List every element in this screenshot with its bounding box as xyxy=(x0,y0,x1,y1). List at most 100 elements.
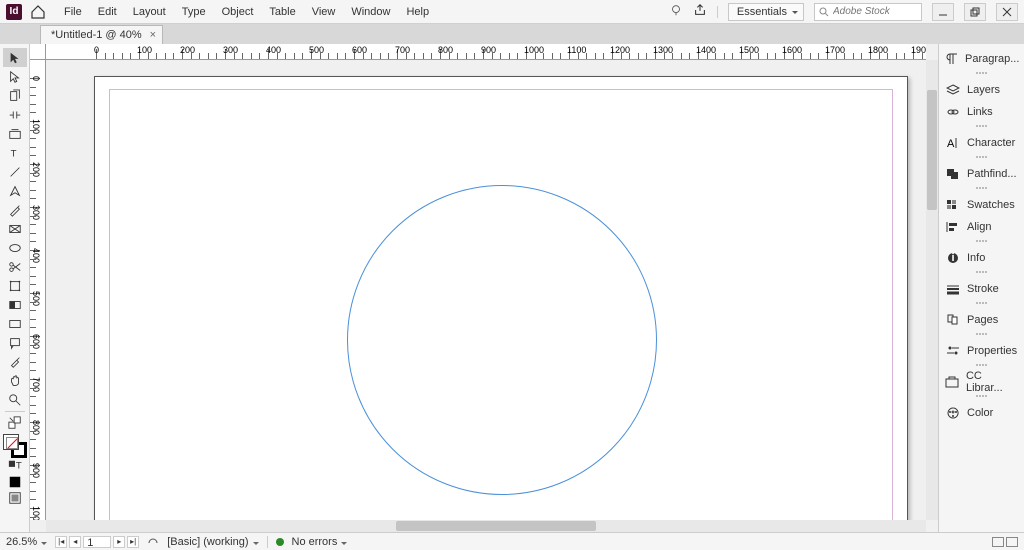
close-tab-icon[interactable]: × xyxy=(150,29,156,41)
close-window-button[interactable] xyxy=(996,3,1018,21)
svg-text:A: A xyxy=(947,138,955,149)
preflight-status[interactable]: No errors xyxy=(292,536,348,548)
open-bridge-icon[interactable] xyxy=(147,534,159,549)
direct-selection-tool[interactable] xyxy=(3,67,27,86)
right-panel-dock: Paragrap... Layers Links ACharacter Pathfind… xyxy=(938,44,1024,532)
paragraph-icon xyxy=(945,52,959,66)
menu-table[interactable]: Table xyxy=(261,0,303,24)
fill-stroke-swatches[interactable] xyxy=(3,434,27,458)
page-number-field[interactable]: 1 xyxy=(83,536,111,548)
app-icon: Id xyxy=(6,4,22,20)
panel-layers[interactable]: Layers xyxy=(939,79,1024,101)
fill-stroke-toggle[interactable] xyxy=(3,414,27,432)
workspace-dropdown[interactable]: Essentials xyxy=(728,3,804,21)
free-transform-tool[interactable] xyxy=(3,276,27,295)
hand-tool[interactable] xyxy=(3,371,27,390)
svg-text:T: T xyxy=(10,148,16,159)
document-tabbar: *Untitled-1 @ 40% × xyxy=(0,24,1024,44)
prev-page-button[interactable]: ◂ xyxy=(69,536,81,548)
svg-text:i: i xyxy=(952,252,955,264)
panel-pages[interactable]: Pages xyxy=(939,309,1024,331)
cclib-icon xyxy=(945,375,960,389)
zoom-tool[interactable] xyxy=(3,390,27,409)
content-collector-tool[interactable] xyxy=(3,124,27,143)
next-page-button[interactable]: ▸ xyxy=(113,536,125,548)
last-page-button[interactable]: ▸| xyxy=(127,536,139,548)
page-navigator: |◂ ◂ 1 ▸ ▸| xyxy=(55,536,139,548)
pasteboard[interactable] xyxy=(46,60,926,520)
links-icon xyxy=(945,105,961,119)
info-icon: i xyxy=(945,251,961,265)
type-tool[interactable]: T xyxy=(3,143,27,162)
selection-tool[interactable] xyxy=(3,48,27,67)
share-icon[interactable] xyxy=(693,3,707,20)
stock-search-input[interactable] xyxy=(833,6,913,17)
minimize-button[interactable] xyxy=(932,3,954,21)
vertical-ruler[interactable]: 01002003004005006007008009001000 xyxy=(30,60,46,520)
panel-info[interactable]: iInfo xyxy=(939,247,1024,269)
ellipse-tool[interactable] xyxy=(3,238,27,257)
horizontal-scrollbar[interactable] xyxy=(46,520,926,532)
first-page-button[interactable]: |◂ xyxy=(55,536,67,548)
vertical-scrollbar[interactable] xyxy=(926,60,938,520)
properties-icon xyxy=(945,344,961,358)
panel-paragraph[interactable]: Paragrap... xyxy=(939,48,1024,70)
document-tab[interactable]: *Untitled-1 @ 40% × xyxy=(40,25,163,44)
panel-label: CC Librar... xyxy=(966,370,1018,394)
menu-file[interactable]: File xyxy=(56,0,90,24)
gap-tool[interactable] xyxy=(3,105,27,124)
menu-window[interactable]: Window xyxy=(343,0,398,24)
zoom-level[interactable]: 26.5% xyxy=(6,536,47,548)
view-split-toggle[interactable] xyxy=(992,537,1018,547)
apply-color[interactable] xyxy=(3,474,27,490)
panel-character[interactable]: ACharacter xyxy=(939,132,1024,154)
panel-properties[interactable]: Properties xyxy=(939,340,1024,362)
horizontal-ruler[interactable]: 0100200300400500600700800900100011001200… xyxy=(46,44,926,60)
scissors-tool[interactable] xyxy=(3,257,27,276)
panel-label: Pathfind... xyxy=(967,168,1017,180)
panel-label: Swatches xyxy=(967,199,1015,211)
pathfinder-icon xyxy=(945,167,961,181)
tips-icon[interactable] xyxy=(669,3,683,20)
formatting-affects-container[interactable]: T xyxy=(3,458,27,474)
swatches-icon xyxy=(945,198,961,212)
panel-swatches[interactable]: Swatches xyxy=(939,194,1024,216)
pencil-tool[interactable] xyxy=(3,200,27,219)
align-icon xyxy=(945,220,961,234)
rectangle-frame-tool[interactable] xyxy=(3,219,27,238)
panel-cclib[interactable]: CC Librar... xyxy=(939,371,1024,393)
home-icon[interactable] xyxy=(30,4,46,20)
panel-label: Paragrap... xyxy=(965,53,1019,65)
pen-tool[interactable] xyxy=(3,181,27,200)
page-tool[interactable] xyxy=(3,86,27,105)
panel-stroke[interactable]: Stroke xyxy=(939,278,1024,300)
panel-label: Align xyxy=(967,221,991,233)
menu-view[interactable]: View xyxy=(304,0,344,24)
menu-type[interactable]: Type xyxy=(174,0,214,24)
panel-links[interactable]: Links xyxy=(939,101,1024,123)
style-preset[interactable]: [Basic] (working) xyxy=(167,536,258,548)
view-mode-toggle[interactable] xyxy=(3,490,27,506)
menu-layout[interactable]: Layout xyxy=(125,0,174,24)
menu-help[interactable]: Help xyxy=(398,0,437,24)
gradient-swatch-tool[interactable] xyxy=(3,295,27,314)
ruler-origin[interactable] xyxy=(30,44,46,60)
panel-align[interactable]: Align xyxy=(939,216,1024,238)
ellipse-object[interactable] xyxy=(347,185,657,495)
page[interactable] xyxy=(94,76,908,532)
layers-icon xyxy=(945,83,961,97)
note-tool[interactable] xyxy=(3,333,27,352)
restore-button[interactable] xyxy=(964,3,986,21)
line-tool[interactable] xyxy=(3,162,27,181)
menu-edit[interactable]: Edit xyxy=(90,0,125,24)
stock-search[interactable] xyxy=(814,3,922,21)
canvas-area[interactable]: 0100200300400500600700800900100011001200… xyxy=(30,44,938,532)
eyedropper-tool[interactable] xyxy=(3,352,27,371)
panel-label: Pages xyxy=(967,314,998,326)
panel-label: Layers xyxy=(967,84,1000,96)
menu-object[interactable]: Object xyxy=(214,0,262,24)
panel-color[interactable]: Color xyxy=(939,402,1024,424)
gradient-feather-tool[interactable] xyxy=(3,314,27,333)
panel-pathfinder[interactable]: Pathfind... xyxy=(939,163,1024,185)
character-icon: A xyxy=(945,136,961,150)
